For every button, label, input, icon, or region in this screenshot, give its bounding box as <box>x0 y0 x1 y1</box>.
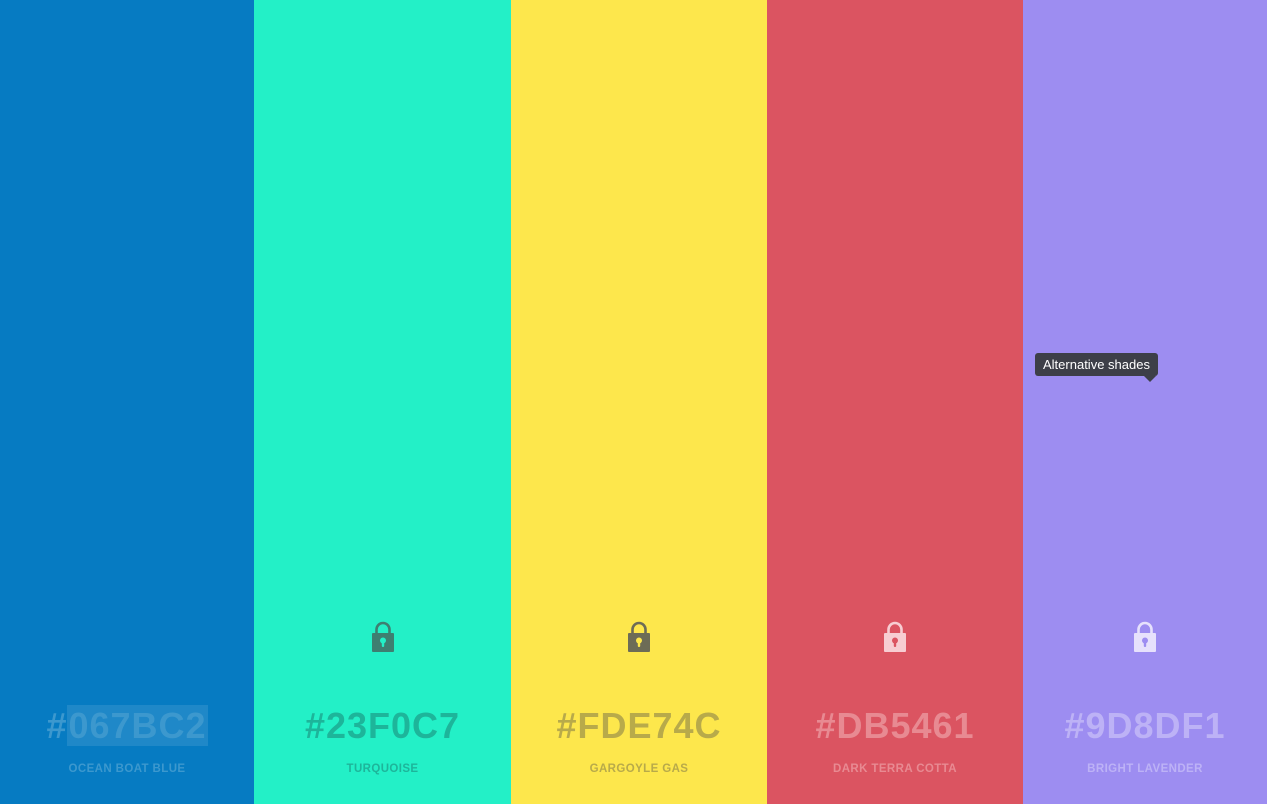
hex-code[interactable]: #FDE74C <box>511 704 767 748</box>
hex-code[interactable]: #9D8DF1 <box>1023 704 1267 748</box>
hex-hash: # <box>1064 705 1086 746</box>
color-name[interactable]: GARGOYLE GAS <box>511 762 767 776</box>
hex-value[interactable]: 067BC2 <box>67 705 208 746</box>
hex-code[interactable]: #23F0C7 <box>254 704 511 748</box>
alternative-shades-tooltip: Alternative shades <box>1035 353 1158 376</box>
lock-icon[interactable] <box>626 620 652 654</box>
swatch-bright-lavender[interactable]: #9D8DF1 BRIGHT LAVENDER <box>1023 0 1267 804</box>
lock-icon[interactable] <box>370 620 396 654</box>
hex-hash: # <box>46 705 68 746</box>
lock-icon-svg <box>1134 621 1156 652</box>
hex-value[interactable]: 23F0C7 <box>326 705 460 746</box>
swatch-dark-terra-cotta[interactable]: #DB5461 DARK TERRA COTTA <box>767 0 1023 804</box>
lock-icon-svg <box>371 621 394 652</box>
lock-icon-svg <box>884 621 906 652</box>
swatch-gargoyle-gas[interactable]: #FDE74C GARGOYLE GAS <box>511 0 767 804</box>
hex-value[interactable]: 9D8DF1 <box>1085 705 1225 746</box>
color-name[interactable]: DARK TERRA COTTA <box>767 762 1023 776</box>
hex-value[interactable]: DB5461 <box>836 705 974 746</box>
lock-icon-svg <box>628 621 650 652</box>
hex-hash: # <box>556 705 578 746</box>
color-name[interactable]: BRIGHT LAVENDER <box>1023 762 1267 776</box>
lock-icon[interactable] <box>882 620 908 654</box>
hex-hash: # <box>304 705 326 746</box>
swatch-turquoise[interactable]: #23F0C7 TURQUOISE <box>254 0 511 804</box>
hex-value[interactable]: FDE74C <box>577 705 721 746</box>
swatch-ocean-boat-blue[interactable]: #067BC2 OCEAN BOAT BLUE <box>0 0 254 804</box>
hex-code[interactable]: #DB5461 <box>767 704 1023 748</box>
lock-icon[interactable] <box>1132 620 1158 654</box>
color-name[interactable]: TURQUOISE <box>254 762 511 776</box>
hex-code[interactable]: #067BC2 <box>0 704 254 748</box>
color-palette: #067BC2 OCEAN BOAT BLUE #23F0C7 TURQUOIS… <box>0 0 1267 804</box>
tooltip-arrow <box>1144 376 1156 382</box>
color-name[interactable]: OCEAN BOAT BLUE <box>0 762 254 776</box>
hex-hash: # <box>815 705 837 746</box>
